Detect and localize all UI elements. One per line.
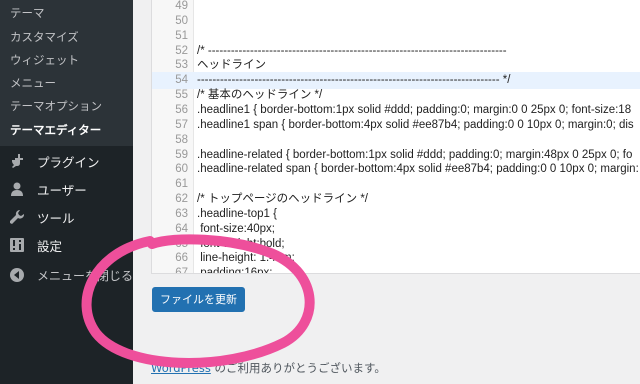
submenu-item-customize[interactable]: カスタマイズ: [10, 29, 79, 45]
submenu-item-widgets[interactable]: ウィジェット: [10, 52, 79, 68]
menu-item-plugins[interactable]: プラグイン: [0, 147, 133, 175]
footer-thanks: WordPress のご利用ありがとうございます。: [151, 360, 386, 376]
line-number: 67: [175, 267, 188, 274]
submenu-item-theme-options[interactable]: テーマオプション: [10, 98, 102, 114]
settings-icon: [9, 237, 25, 253]
collapse-icon: [9, 267, 25, 283]
collapse-menu-button[interactable]: メニューを閉じる: [0, 261, 133, 289]
menu-label-tools: ツール: [37, 210, 75, 226]
wordpress-link[interactable]: WordPress: [151, 361, 211, 375]
menu-item-tools[interactable]: ツール: [0, 203, 133, 231]
appearance-submenu: テーマ カスタマイズ ウィジェット メニュー テーマオプション テーマエディター: [0, 0, 133, 146]
menu-label-plugins: プラグイン: [37, 154, 100, 170]
update-file-button[interactable]: ファイルを更新: [152, 287, 245, 312]
footer-text: のご利用ありがとうございます。: [210, 361, 386, 375]
code-line[interactable]: 67 padding:16px;: [152, 265, 640, 274]
menu-label-collapse: メニューを閉じる: [37, 268, 134, 283]
line-code: padding:16px;: [197, 267, 273, 274]
menu-item-users[interactable]: ユーザー: [0, 175, 133, 203]
user-icon: [9, 181, 25, 197]
menu-label-settings: 設定: [37, 238, 63, 254]
submenu-item-theme-editor[interactable]: テーマエディター: [10, 122, 101, 138]
plugin-icon: [9, 153, 25, 169]
code-editor[interactable]: 49 50 51 52/* -----------------------------…: [151, 0, 640, 274]
wrench-icon: [9, 209, 25, 225]
menu-item-settings[interactable]: 設定: [0, 231, 133, 259]
submenu-item-themes[interactable]: テーマ: [10, 5, 45, 21]
admin-sidebar: テーマ カスタマイズ ウィジェット メニュー テーマオプション テーマエディター…: [0, 0, 133, 384]
submenu-item-menus[interactable]: メニュー: [10, 75, 56, 91]
menu-label-users: ユーザー: [37, 182, 87, 198]
